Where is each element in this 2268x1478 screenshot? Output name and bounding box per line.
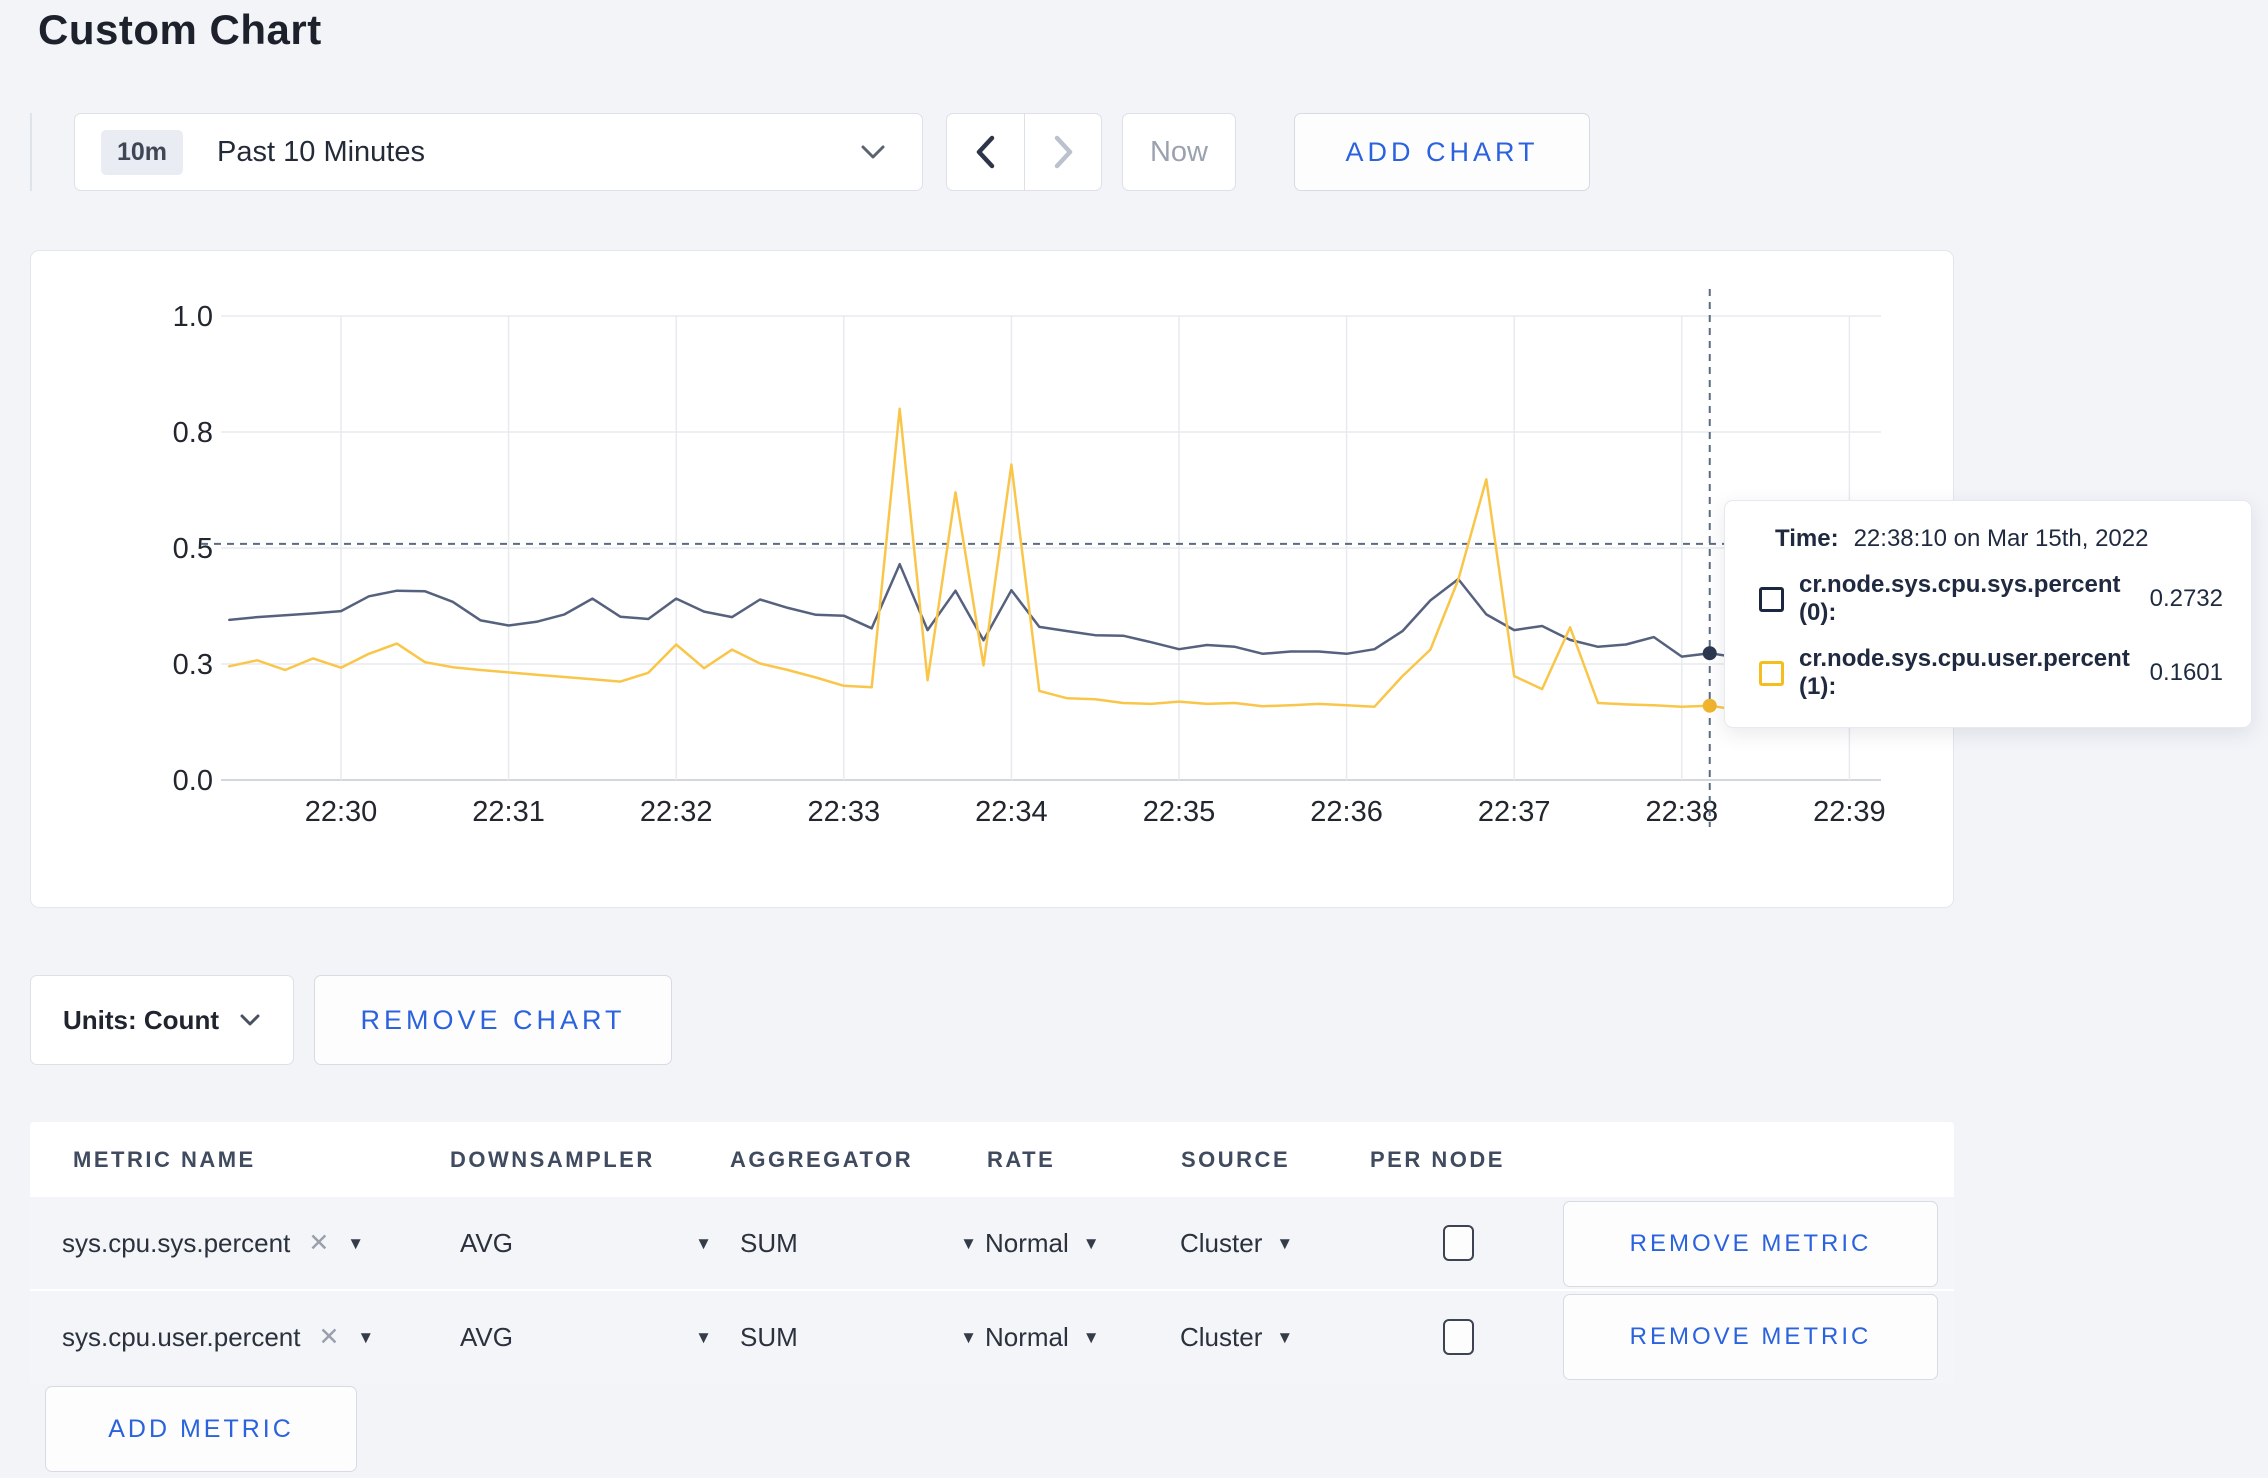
metric-name-value: sys.cpu.user.percent <box>62 1321 301 1352</box>
svg-text:0.0: 0.0 <box>173 765 213 797</box>
caret-down-icon: ▼ <box>695 1327 712 1347</box>
chart-canvas[interactable]: 0.0 0.3 0.5 0.8 1.0 22:30 22:31 22:32 22:33 22:34… <box>31 251 1951 905</box>
tooltip-series-row: cr.node.sys.cpu.user.percent (1): 0.1601 <box>1759 645 2223 701</box>
source-select[interactable]: Cluster ▼ <box>1180 1291 1293 1383</box>
per-node-checkbox[interactable] <box>1442 1319 1474 1355</box>
tooltip-time-label: Time: <box>1775 525 1839 552</box>
svg-text:22:33: 22:33 <box>808 796 881 828</box>
col-header-downsampler: DOWNSAMPLER <box>450 1147 655 1172</box>
source-value: Cluster <box>1180 1321 1263 1352</box>
per-node-cell <box>1428 1291 1488 1383</box>
tooltip-series-label: cr.node.sys.cpu.sys.percent (0): <box>1799 571 2121 626</box>
tooltip-series-row: cr.node.sys.cpu.sys.percent (0): 0.2732 <box>1759 571 2223 627</box>
tooltip-series-label: cr.node.sys.cpu.user.percent (1): <box>1799 645 2130 700</box>
caret-down-icon: ▼ <box>960 1327 977 1347</box>
rate-select[interactable]: Normal ▼ <box>985 1291 1100 1383</box>
time-range-label: Past 10 Minutes <box>217 135 425 168</box>
source-select[interactable]: Cluster ▼ <box>1180 1197 1293 1289</box>
col-header-aggregator: AGGREGATOR <box>730 1147 914 1172</box>
remove-metric-button[interactable]: REMOVE METRIC <box>1563 1294 1938 1380</box>
tooltip-series-value: 0.1601 <box>2149 659 2223 686</box>
aggregator-select[interactable]: SUM ▼ <box>740 1291 977 1383</box>
remove-chart-button[interactable]: REMOVE CHART <box>314 975 672 1065</box>
toolbar-divider <box>30 113 32 191</box>
chevron-right-icon <box>1052 135 1074 169</box>
metrics-table-header: METRIC NAME DOWNSAMPLER AGGREGATOR RATE … <box>30 1122 1954 1197</box>
caret-down-icon: ▼ <box>695 1233 712 1253</box>
aggregator-select[interactable]: SUM ▼ <box>740 1197 977 1289</box>
downsampler-value: AVG <box>460 1321 513 1352</box>
metric-name-select[interactable]: sys.cpu.sys.percent ✕ ▼ <box>62 1197 364 1289</box>
metrics-table: METRIC NAME DOWNSAMPLER AGGREGATOR RATE … <box>30 1122 1954 1383</box>
time-range-badge: 10m <box>101 129 184 175</box>
rate-select[interactable]: Normal ▼ <box>985 1197 1100 1289</box>
chevron-left-icon <box>974 135 996 169</box>
time-nav-group <box>946 113 1102 191</box>
tooltip-series-value: 0.2732 <box>2149 585 2223 612</box>
downsampler-value: AVG <box>460 1227 513 1258</box>
caret-down-icon: ▼ <box>960 1233 977 1253</box>
aggregator-value: SUM <box>740 1227 798 1258</box>
svg-text:22:38: 22:38 <box>1646 796 1719 828</box>
per-node-cell <box>1428 1197 1488 1289</box>
metric-name-value: sys.cpu.sys.percent <box>62 1227 291 1258</box>
series-user-swatch-icon <box>1759 660 1784 686</box>
svg-text:22:32: 22:32 <box>640 796 713 828</box>
svg-text:22:30: 22:30 <box>305 796 378 828</box>
add-metric-button[interactable]: ADD METRIC <box>45 1386 357 1472</box>
col-header-metric-name: METRIC NAME <box>73 1147 256 1172</box>
col-header-source: SOURCE <box>1181 1147 1291 1172</box>
svg-text:22:37: 22:37 <box>1478 796 1551 828</box>
clear-metric-icon[interactable]: ✕ <box>318 1322 339 1352</box>
svg-text:22:31: 22:31 <box>472 796 545 828</box>
svg-text:0.5: 0.5 <box>173 533 213 565</box>
now-button[interactable]: Now <box>1122 113 1236 191</box>
tooltip-time-value: 22:38:10 on Mar 15th, 2022 <box>1853 525 2149 552</box>
clear-metric-icon[interactable]: ✕ <box>308 1228 329 1258</box>
add-chart-button[interactable]: ADD CHART <box>1294 113 1590 191</box>
caret-down-icon: ▼ <box>357 1327 375 1347</box>
page-title: Custom Chart <box>38 6 322 53</box>
svg-text:22:39: 22:39 <box>1813 796 1886 828</box>
svg-text:1.0: 1.0 <box>173 301 213 333</box>
metric-name-select[interactable]: sys.cpu.user.percent ✕ ▼ <box>62 1291 374 1383</box>
series-sys-swatch-icon <box>1759 586 1784 612</box>
svg-text:22:35: 22:35 <box>1143 796 1216 828</box>
chevron-down-icon <box>860 144 886 160</box>
caret-down-icon: ▼ <box>347 1233 365 1253</box>
rate-value: Normal <box>985 1321 1069 1352</box>
units-select[interactable]: Units: Count <box>30 975 294 1065</box>
chevron-down-icon <box>239 1013 261 1027</box>
rate-value: Normal <box>985 1227 1069 1258</box>
per-node-checkbox[interactable] <box>1442 1225 1474 1261</box>
time-range-selector[interactable]: 10m Past 10 Minutes <box>74 113 923 191</box>
caret-down-icon: ▼ <box>1276 1327 1294 1347</box>
remove-metric-button[interactable]: REMOVE METRIC <box>1563 1201 1938 1287</box>
downsampler-select[interactable]: AVG ▼ <box>460 1291 712 1383</box>
source-value: Cluster <box>1180 1227 1263 1258</box>
units-label: Units: Count <box>63 1004 219 1035</box>
prev-range-button[interactable] <box>947 114 1024 190</box>
svg-text:0.3: 0.3 <box>173 649 213 681</box>
caret-down-icon: ▼ <box>1082 1233 1100 1253</box>
svg-text:0.8: 0.8 <box>173 417 213 449</box>
caret-down-icon: ▼ <box>1082 1327 1100 1347</box>
col-header-rate: RATE <box>987 1147 1056 1172</box>
caret-down-icon: ▼ <box>1276 1233 1294 1253</box>
chart-tooltip: Time: 22:38:10 on Mar 15th, 2022 cr.node… <box>1724 500 2252 728</box>
svg-text:22:36: 22:36 <box>1310 796 1383 828</box>
col-header-per-node: PER NODE <box>1370 1147 1505 1172</box>
downsampler-select[interactable]: AVG ▼ <box>460 1197 712 1289</box>
chart-card: 0.0 0.3 0.5 0.8 1.0 22:30 22:31 22:32 22:33 22:34… <box>30 250 1954 908</box>
svg-text:22:34: 22:34 <box>975 796 1048 828</box>
tooltip-time-row: Time: 22:38:10 on Mar 15th, 2022 <box>1759 525 2223 553</box>
aggregator-value: SUM <box>740 1321 798 1352</box>
next-range-button[interactable] <box>1023 114 1102 190</box>
